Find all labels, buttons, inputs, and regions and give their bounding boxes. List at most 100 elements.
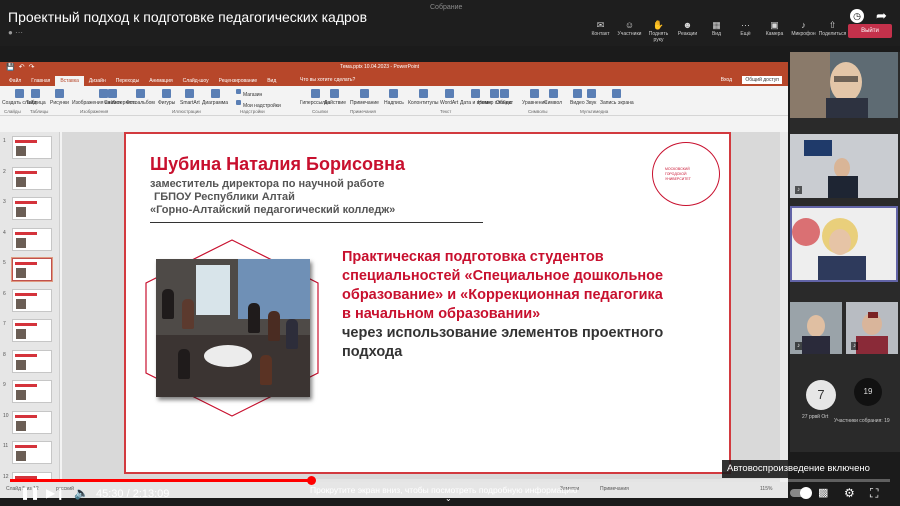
- tab-insert[interactable]: Вставка: [55, 76, 84, 86]
- share-screen-icon: ⇧: [828, 20, 837, 30]
- participant-tile-active[interactable]: [790, 206, 898, 282]
- tell-me-input[interactable]: Что вы хотите сделать?: [300, 77, 355, 83]
- leave-button[interactable]: Выйти: [848, 24, 892, 38]
- ribbon-item[interactable]: Примечание: [350, 89, 379, 106]
- ribbon-item[interactable]: Символ: [544, 89, 562, 106]
- share-screen-button[interactable]: ⇧ Поделиться: [818, 20, 847, 37]
- reactions-label: Реакции: [677, 31, 698, 37]
- ribbon-item[interactable]: Фотоальбом: [126, 89, 155, 106]
- watch-later-icon[interactable]: ◷: [850, 9, 864, 23]
- ppt-ribbon: Создать слайд Таблица Рисунки Изображения и…: [0, 86, 788, 116]
- ribbon-item[interactable]: Надпись: [384, 89, 404, 106]
- video-player[interactable]: Проектный подход к подготовке педагогиче…: [0, 0, 900, 506]
- smile-icon: ☻: [682, 20, 693, 30]
- meeting-top-bar: Проектный подход к подготовке педагогиче…: [0, 0, 900, 46]
- volume-icon[interactable]: 🔈: [74, 486, 89, 500]
- chat-button[interactable]: ✉ Контакт: [586, 20, 615, 43]
- ribbon-item[interactable]: Видео: [570, 89, 585, 106]
- camera-button[interactable]: ▣ Камера: [760, 20, 789, 37]
- hand-icon: ✋: [652, 20, 665, 30]
- tab-view[interactable]: Вид: [262, 76, 281, 86]
- tab-animations[interactable]: Анимация: [144, 76, 177, 86]
- participant-tile[interactable]: ♪: [846, 302, 898, 354]
- mic-label: Микрофон: [791, 31, 816, 37]
- mic-icon: ♪: [795, 342, 802, 350]
- ribbon-item[interactable]: Действие: [324, 89, 346, 106]
- mic-button[interactable]: ♪ Микрофон: [789, 20, 818, 37]
- current-slide[interactable]: Шубина Наталия Борисовна заместитель дир…: [124, 132, 731, 474]
- slide-thumbnail[interactable]: [12, 227, 52, 251]
- ribbon-item[interactable]: Запись экрана: [600, 89, 634, 106]
- tab-home[interactable]: Главная: [26, 76, 55, 86]
- ribbon-icon: [185, 89, 195, 98]
- slide-thumbnail[interactable]: [12, 288, 52, 312]
- reactions-button[interactable]: ☻ Реакции: [673, 20, 702, 43]
- ribbon-item[interactable]: WordArt: [440, 89, 458, 106]
- thumbnail-title-bar: [15, 445, 37, 448]
- ribbon-group-label: Изображения: [80, 109, 109, 114]
- slide-thumbnail[interactable]: [12, 410, 52, 434]
- ribbon-item[interactable]: Снимок: [104, 89, 122, 106]
- tab-review[interactable]: Рецензирование: [214, 76, 263, 86]
- ribbon-item[interactable]: Рисунки: [50, 89, 69, 106]
- pause-icon[interactable]: ❚❚: [20, 486, 40, 500]
- more-button[interactable]: ··· Ещё: [731, 20, 760, 43]
- thumbnail-picture: [16, 237, 26, 248]
- share-icon[interactable]: ➦: [876, 8, 887, 24]
- ribbon-icon: [14, 89, 24, 98]
- quick-access-icons[interactable]: 💾↶↷: [6, 63, 38, 71]
- talk-title: Практическая подготовка студентов специа…: [342, 248, 663, 362]
- counter-label: 27 ррвй Оrt: [802, 414, 829, 420]
- view-button[interactable]: ▦ Вид: [702, 20, 731, 43]
- gear-icon[interactable]: ⚙: [844, 486, 855, 500]
- ribbon-item[interactable]: Колонтитулы: [408, 89, 438, 106]
- tab-slideshow[interactable]: Слайд-шоу: [178, 76, 214, 86]
- thumbnail-title-bar: [15, 231, 37, 235]
- ppt-share-button[interactable]: Общий доступ: [742, 76, 782, 84]
- slide-thumbnail[interactable]: [12, 136, 52, 159]
- participants-button[interactable]: ☺ Участники: [615, 20, 644, 43]
- hidden-participants-counter[interactable]: 7: [806, 380, 836, 410]
- sign-in-link[interactable]: Вход: [721, 77, 732, 83]
- ribbon-group-label: Примечания: [350, 109, 376, 114]
- ribbon-item[interactable]: SmartArt: [180, 89, 200, 106]
- tab-file[interactable]: Файл: [4, 76, 26, 86]
- ribbon-item[interactable]: Таблица: [26, 89, 46, 106]
- fullscreen-icon[interactable]: ⛶: [870, 486, 878, 501]
- mic-icon: ♪: [795, 186, 802, 194]
- slide-thumbnail[interactable]: [12, 319, 52, 342]
- ribbon-item-label: Примечание: [350, 100, 379, 106]
- chevron-down-icon[interactable]: ⌄: [445, 494, 452, 503]
- thumbnail-title-bar: [15, 414, 37, 418]
- slide-editing-area: Шубина Наталия Борисовна заместитель дир…: [62, 132, 788, 492]
- slide-thumbnail[interactable]: [12, 166, 52, 190]
- subtitles-icon[interactable]: ▩: [818, 486, 828, 499]
- video-title[interactable]: Проектный подход к подготовке педагогиче…: [8, 9, 367, 25]
- ribbon-item[interactable]: Мои надстройки: [236, 100, 281, 109]
- next-icon[interactable]: ▶❙: [46, 486, 65, 500]
- ribbon-item[interactable]: Фигуры: [158, 89, 175, 106]
- slide-thumbnail[interactable]: [12, 349, 52, 373]
- raise-hand-button[interactable]: ✋ Поднять руку: [644, 20, 673, 43]
- ribbon-icon: [162, 89, 172, 98]
- ribbon-item[interactable]: Диаграмма: [202, 89, 228, 106]
- participant-tile[interactable]: ♪: [790, 134, 898, 198]
- participant-tile[interactable]: [790, 52, 898, 118]
- grid-icon: ▦: [712, 20, 721, 30]
- slide-thumbnail[interactable]: [12, 258, 52, 281]
- ribbon-icon: [612, 89, 622, 98]
- photo-projector-screen: [196, 265, 230, 315]
- tab-design[interactable]: Дизайн: [84, 76, 111, 86]
- vertical-scrollbar[interactable]: [780, 132, 788, 492]
- ribbon-item[interactable]: Магазин: [236, 89, 262, 98]
- slide-thumbnail[interactable]: [12, 197, 52, 220]
- ribbon-item[interactable]: Объект: [496, 89, 513, 106]
- participant-tile[interactable]: ♪: [790, 302, 842, 354]
- slide-thumbnail[interactable]: [12, 441, 52, 464]
- participants-count-badge[interactable]: 19: [854, 378, 882, 406]
- tab-transitions[interactable]: Переходы: [111, 76, 144, 86]
- ribbon-item[interactable]: Звук: [586, 89, 596, 106]
- ribbon-item-label: Действие: [324, 100, 346, 106]
- autoplay-tooltip: Автовоспроизведение включено: [722, 460, 882, 478]
- slide-thumbnail[interactable]: [12, 380, 52, 403]
